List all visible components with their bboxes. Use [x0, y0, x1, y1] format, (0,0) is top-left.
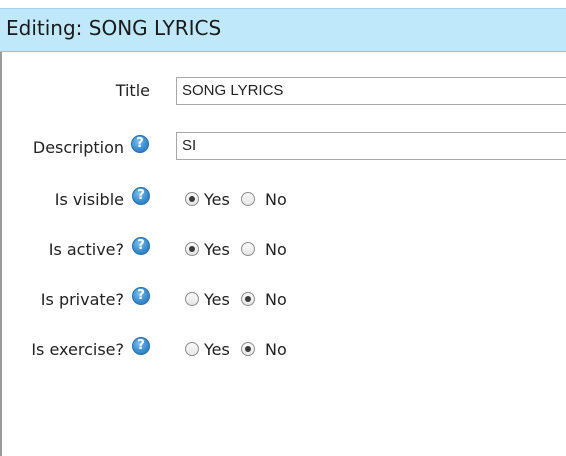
- is-active-label: Is active?: [48, 240, 124, 259]
- edit-form-panel: Title SONG LYRICS Description ? SI Is vi…: [0, 52, 566, 456]
- editor-header: Editing: SONG LYRICS: [0, 8, 566, 52]
- is-exercise-no-radio[interactable]: [241, 342, 255, 356]
- is-visible-yes-label[interactable]: Yes: [204, 190, 230, 209]
- is-exercise-no-label[interactable]: No: [265, 340, 287, 359]
- description-input[interactable]: SI: [176, 132, 566, 160]
- is-active-no-label[interactable]: No: [265, 240, 287, 259]
- is-private-label: Is private?: [40, 290, 124, 309]
- is-exercise-help-icon[interactable]: ?: [132, 337, 150, 355]
- is-visible-no-radio[interactable]: [241, 192, 255, 206]
- is-active-yes-label[interactable]: Yes: [204, 240, 230, 259]
- is-private-help-icon[interactable]: ?: [132, 287, 150, 305]
- title-input[interactable]: SONG LYRICS: [176, 77, 566, 105]
- is-private-yes-radio[interactable]: [185, 292, 199, 306]
- is-visible-yes-radio[interactable]: [185, 192, 199, 206]
- description-label: Description: [32, 138, 124, 157]
- is-active-no-radio[interactable]: [241, 242, 255, 256]
- is-private-no-label[interactable]: No: [265, 290, 287, 309]
- header-title: Editing: SONG LYRICS: [6, 16, 222, 40]
- is-visible-label: Is visible: [54, 190, 124, 209]
- is-private-yes-label[interactable]: Yes: [204, 290, 230, 309]
- is-private-no-radio[interactable]: [241, 292, 255, 306]
- is-exercise-label: Is exercise?: [31, 340, 124, 359]
- is-exercise-yes-label[interactable]: Yes: [204, 340, 230, 359]
- description-help-icon[interactable]: ?: [131, 135, 149, 153]
- is-visible-help-icon[interactable]: ?: [132, 187, 150, 205]
- is-visible-no-label[interactable]: No: [265, 190, 287, 209]
- is-active-yes-radio[interactable]: [185, 242, 199, 256]
- is-active-help-icon[interactable]: ?: [132, 237, 150, 255]
- title-label: Title: [115, 81, 150, 100]
- is-exercise-yes-radio[interactable]: [185, 342, 199, 356]
- top-gap: [0, 0, 566, 8]
